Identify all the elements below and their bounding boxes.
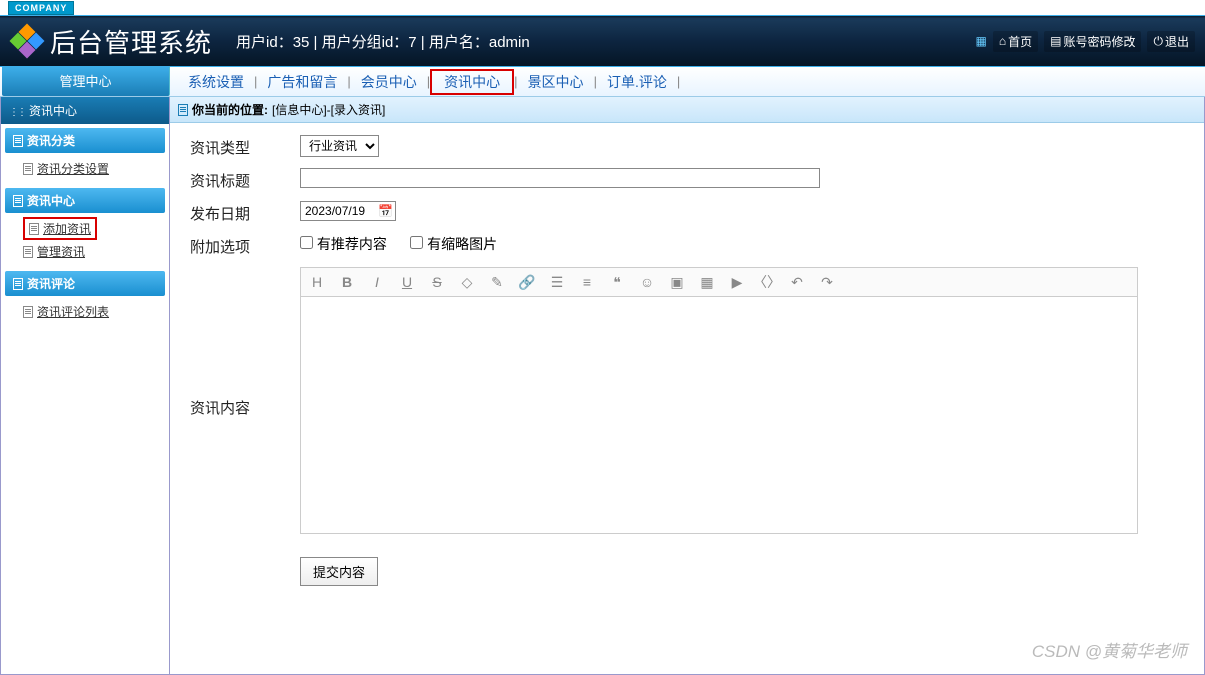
smile-icon[interactable]: ☺ xyxy=(639,274,655,290)
app-title: 后台管理系统 xyxy=(50,23,212,60)
side-head-资讯中心[interactable]: 资讯中心 xyxy=(5,188,165,213)
strike-icon[interactable]: S xyxy=(429,274,445,290)
options-label: 附加选项 xyxy=(190,234,300,257)
redo-icon[interactable]: ↷ xyxy=(819,274,835,290)
side-item-资讯评论列表[interactable]: 资讯评论列表 xyxy=(23,300,165,323)
password-link[interactable]: ▤账号密码修改 xyxy=(1044,31,1141,52)
link-icon[interactable]: 🔗 xyxy=(519,274,535,290)
quote-icon[interactable]: ❝ xyxy=(609,274,625,290)
logo-icon xyxy=(12,26,42,56)
sidebar-title: 资讯中心 xyxy=(1,97,169,124)
nav-订单.评论[interactable]: 订单.评论 xyxy=(597,72,677,92)
sidebar: 资讯中心 资讯分类资讯分类设置资讯中心添加资讯管理资讯资讯评论资讯评论列表 xyxy=(0,97,170,675)
heading-icon[interactable]: H xyxy=(309,274,325,290)
content-label: 资讯内容 xyxy=(190,267,300,418)
grid-icon: ▦ xyxy=(976,34,987,48)
doc-icon: ▤ xyxy=(1050,34,1061,48)
list-ol-icon[interactable]: ≡ xyxy=(579,274,595,290)
header: 后台管理系统 用户id：35 | 用户分组id：7 | 用户名：admin ▦ … xyxy=(0,15,1205,67)
list-ul-icon[interactable]: ☰ xyxy=(549,274,565,290)
page-icon xyxy=(29,223,39,235)
title-input[interactable] xyxy=(300,168,820,188)
nav-会员中心[interactable]: 会员中心 xyxy=(351,72,427,92)
top-nav: 管理中心 系统设置 | 广告和留言 | 会员中心 | 资讯中心 | 景区中心 |… xyxy=(0,67,1205,97)
dots-icon xyxy=(9,104,25,118)
table-icon[interactable]: ▦ xyxy=(699,274,715,290)
nav-系统设置[interactable]: 系统设置 xyxy=(178,72,254,92)
thumbnail-checkbox[interactable] xyxy=(410,236,423,249)
page-icon xyxy=(13,195,23,207)
side-item-资讯分类设置[interactable]: 资讯分类设置 xyxy=(23,157,165,180)
calendar-icon[interactable]: 📅 xyxy=(378,204,393,218)
brush-icon[interactable]: ✎ xyxy=(489,274,505,290)
editor-toolbar: HBIUS ◇ ✎ 🔗 ☰ ≡ ❝ ☺ ▣ ▦ ▶ 〈〉 ↶ ↷ xyxy=(300,267,1138,296)
logout-link[interactable]: ⏻退出 xyxy=(1147,31,1195,52)
page-icon xyxy=(178,104,188,116)
title-label: 资讯标题 xyxy=(190,168,300,191)
side-item-添加资讯[interactable]: 添加资讯 xyxy=(23,217,97,240)
side-item-管理资讯[interactable]: 管理资讯 xyxy=(23,240,165,263)
main-panel: 你当前的位置: [信息中心]-[录入资讯] 资讯类型 行业资讯 资讯标题 发布日… xyxy=(170,97,1205,675)
underline-icon[interactable]: U xyxy=(399,274,415,290)
power-icon: ⏻ xyxy=(1153,34,1163,49)
company-tag: COMPANY xyxy=(8,1,74,15)
type-select[interactable]: 行业资讯 xyxy=(300,135,379,157)
breadcrumb: 你当前的位置: [信息中心]-[录入资讯] xyxy=(170,97,1204,123)
submit-button[interactable]: 提交内容 xyxy=(300,557,378,586)
control-center-tab[interactable]: 管理中心 xyxy=(2,67,170,96)
video-icon[interactable]: ▶ xyxy=(729,274,745,290)
page-icon xyxy=(23,163,33,175)
undo-icon[interactable]: ↶ xyxy=(789,274,805,290)
nav-景区中心[interactable]: 景区中心 xyxy=(518,72,594,92)
recommend-checkbox[interactable] xyxy=(300,236,313,249)
thumbnail-option[interactable]: 有缩略图片 xyxy=(410,236,497,252)
nav-资讯中心[interactable]: 资讯中心 xyxy=(434,74,510,90)
nav-广告和留言[interactable]: 广告和留言 xyxy=(257,72,347,92)
type-label: 资讯类型 xyxy=(190,135,300,158)
recommend-option[interactable]: 有推荐内容 xyxy=(300,236,387,252)
side-head-资讯分类[interactable]: 资讯分类 xyxy=(5,128,165,153)
content-editor[interactable] xyxy=(300,296,1138,534)
page-icon xyxy=(13,135,23,147)
bold-icon[interactable]: B xyxy=(339,274,355,290)
user-info: 用户id：35 | 用户分组id：7 | 用户名：admin xyxy=(236,31,530,52)
side-head-资讯评论[interactable]: 资讯评论 xyxy=(5,271,165,296)
page-icon xyxy=(23,306,33,318)
image-icon[interactable]: ▣ xyxy=(669,274,685,290)
page-icon xyxy=(13,278,23,290)
italic-icon[interactable]: I xyxy=(369,274,385,290)
page-icon xyxy=(23,246,33,258)
eraser-icon[interactable]: ◇ xyxy=(459,274,475,290)
home-icon: ⌂ xyxy=(999,34,1006,48)
code-icon[interactable]: 〈〉 xyxy=(759,274,775,290)
date-label: 发布日期 xyxy=(190,201,300,224)
home-link[interactable]: ⌂首页 xyxy=(993,31,1038,52)
